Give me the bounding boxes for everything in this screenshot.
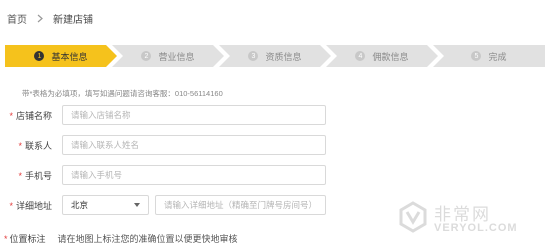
address-row: * 详细地址 北京 — [0, 195, 326, 215]
phone-input[interactable] — [62, 165, 326, 185]
caret-down-icon — [134, 203, 140, 207]
veryol-logo-icon — [396, 200, 430, 239]
city-select[interactable]: 北京 — [62, 195, 149, 215]
required-fields-notice: 带*表格为必填项，填写如遇问题请咨询客服：010-56114160 — [22, 89, 223, 98]
chevron-right-icon — [37, 14, 43, 23]
location-row: * 位置标注 请在地图上标注您的准确位置以便更快地审核 — [4, 232, 238, 245]
store-name-input[interactable] — [62, 105, 326, 125]
store-name-label: * 店铺名称 — [9, 110, 52, 121]
breadcrumb: 首页 新建店铺 — [7, 11, 93, 26]
step-business-info: 2 营业信息 — [112, 45, 224, 67]
step-number: 5 — [471, 51, 482, 61]
required-mark: * — [9, 110, 13, 121]
step-progress-bar: 1 基本信息 2 营业信息 3 资质信息 4 佣款信息 5 完成 — [5, 45, 545, 67]
step-qualification-info: 3 资质信息 — [219, 45, 331, 67]
required-mark: * — [9, 200, 13, 211]
step-label: 完成 — [488, 51, 507, 62]
step-complete: 5 完成 — [433, 45, 545, 67]
watermark-text: 非常网 VERYOL.COM — [434, 206, 518, 234]
address-detail-input[interactable] — [155, 195, 326, 215]
phone-label: * 手机号 — [18, 170, 52, 181]
step-label: 资质信息 — [265, 51, 302, 62]
step-commission-info: 4 佣款信息 — [326, 45, 438, 67]
breadcrumb-home-link[interactable]: 首页 — [7, 11, 27, 26]
step-number: 2 — [141, 51, 151, 61]
site-watermark: 非常网 VERYOL.COM — [396, 200, 518, 239]
contact-row: * 联系人 — [0, 135, 326, 155]
contact-name-input[interactable] — [62, 135, 326, 155]
city-select-value: 北京 — [71, 200, 89, 210]
step-number: 4 — [355, 51, 365, 61]
phone-row: * 手机号 — [0, 165, 326, 185]
step-label: 基本信息 — [51, 51, 88, 62]
required-mark: * — [18, 170, 22, 181]
step-label: 营业信息 — [158, 51, 195, 62]
required-mark: * — [4, 233, 8, 244]
required-mark: * — [18, 140, 22, 151]
watermark-cn: 非常网 — [434, 204, 491, 224]
location-hint: 请在地图上标注您的准确位置以便更快地审核 — [57, 234, 238, 244]
step-basic-info: 1 基本信息 — [5, 45, 117, 67]
step-number: 1 — [34, 51, 44, 61]
breadcrumb-current: 新建店铺 — [53, 14, 93, 26]
contact-label: * 联系人 — [18, 140, 52, 151]
location-label: 位置标注 — [9, 234, 46, 244]
watermark-en: VERYOL.COM — [434, 221, 518, 234]
store-name-row: * 店铺名称 — [0, 105, 326, 125]
step-number: 3 — [248, 51, 258, 61]
step-label: 佣款信息 — [372, 51, 409, 62]
address-label: * 详细地址 — [9, 200, 52, 211]
